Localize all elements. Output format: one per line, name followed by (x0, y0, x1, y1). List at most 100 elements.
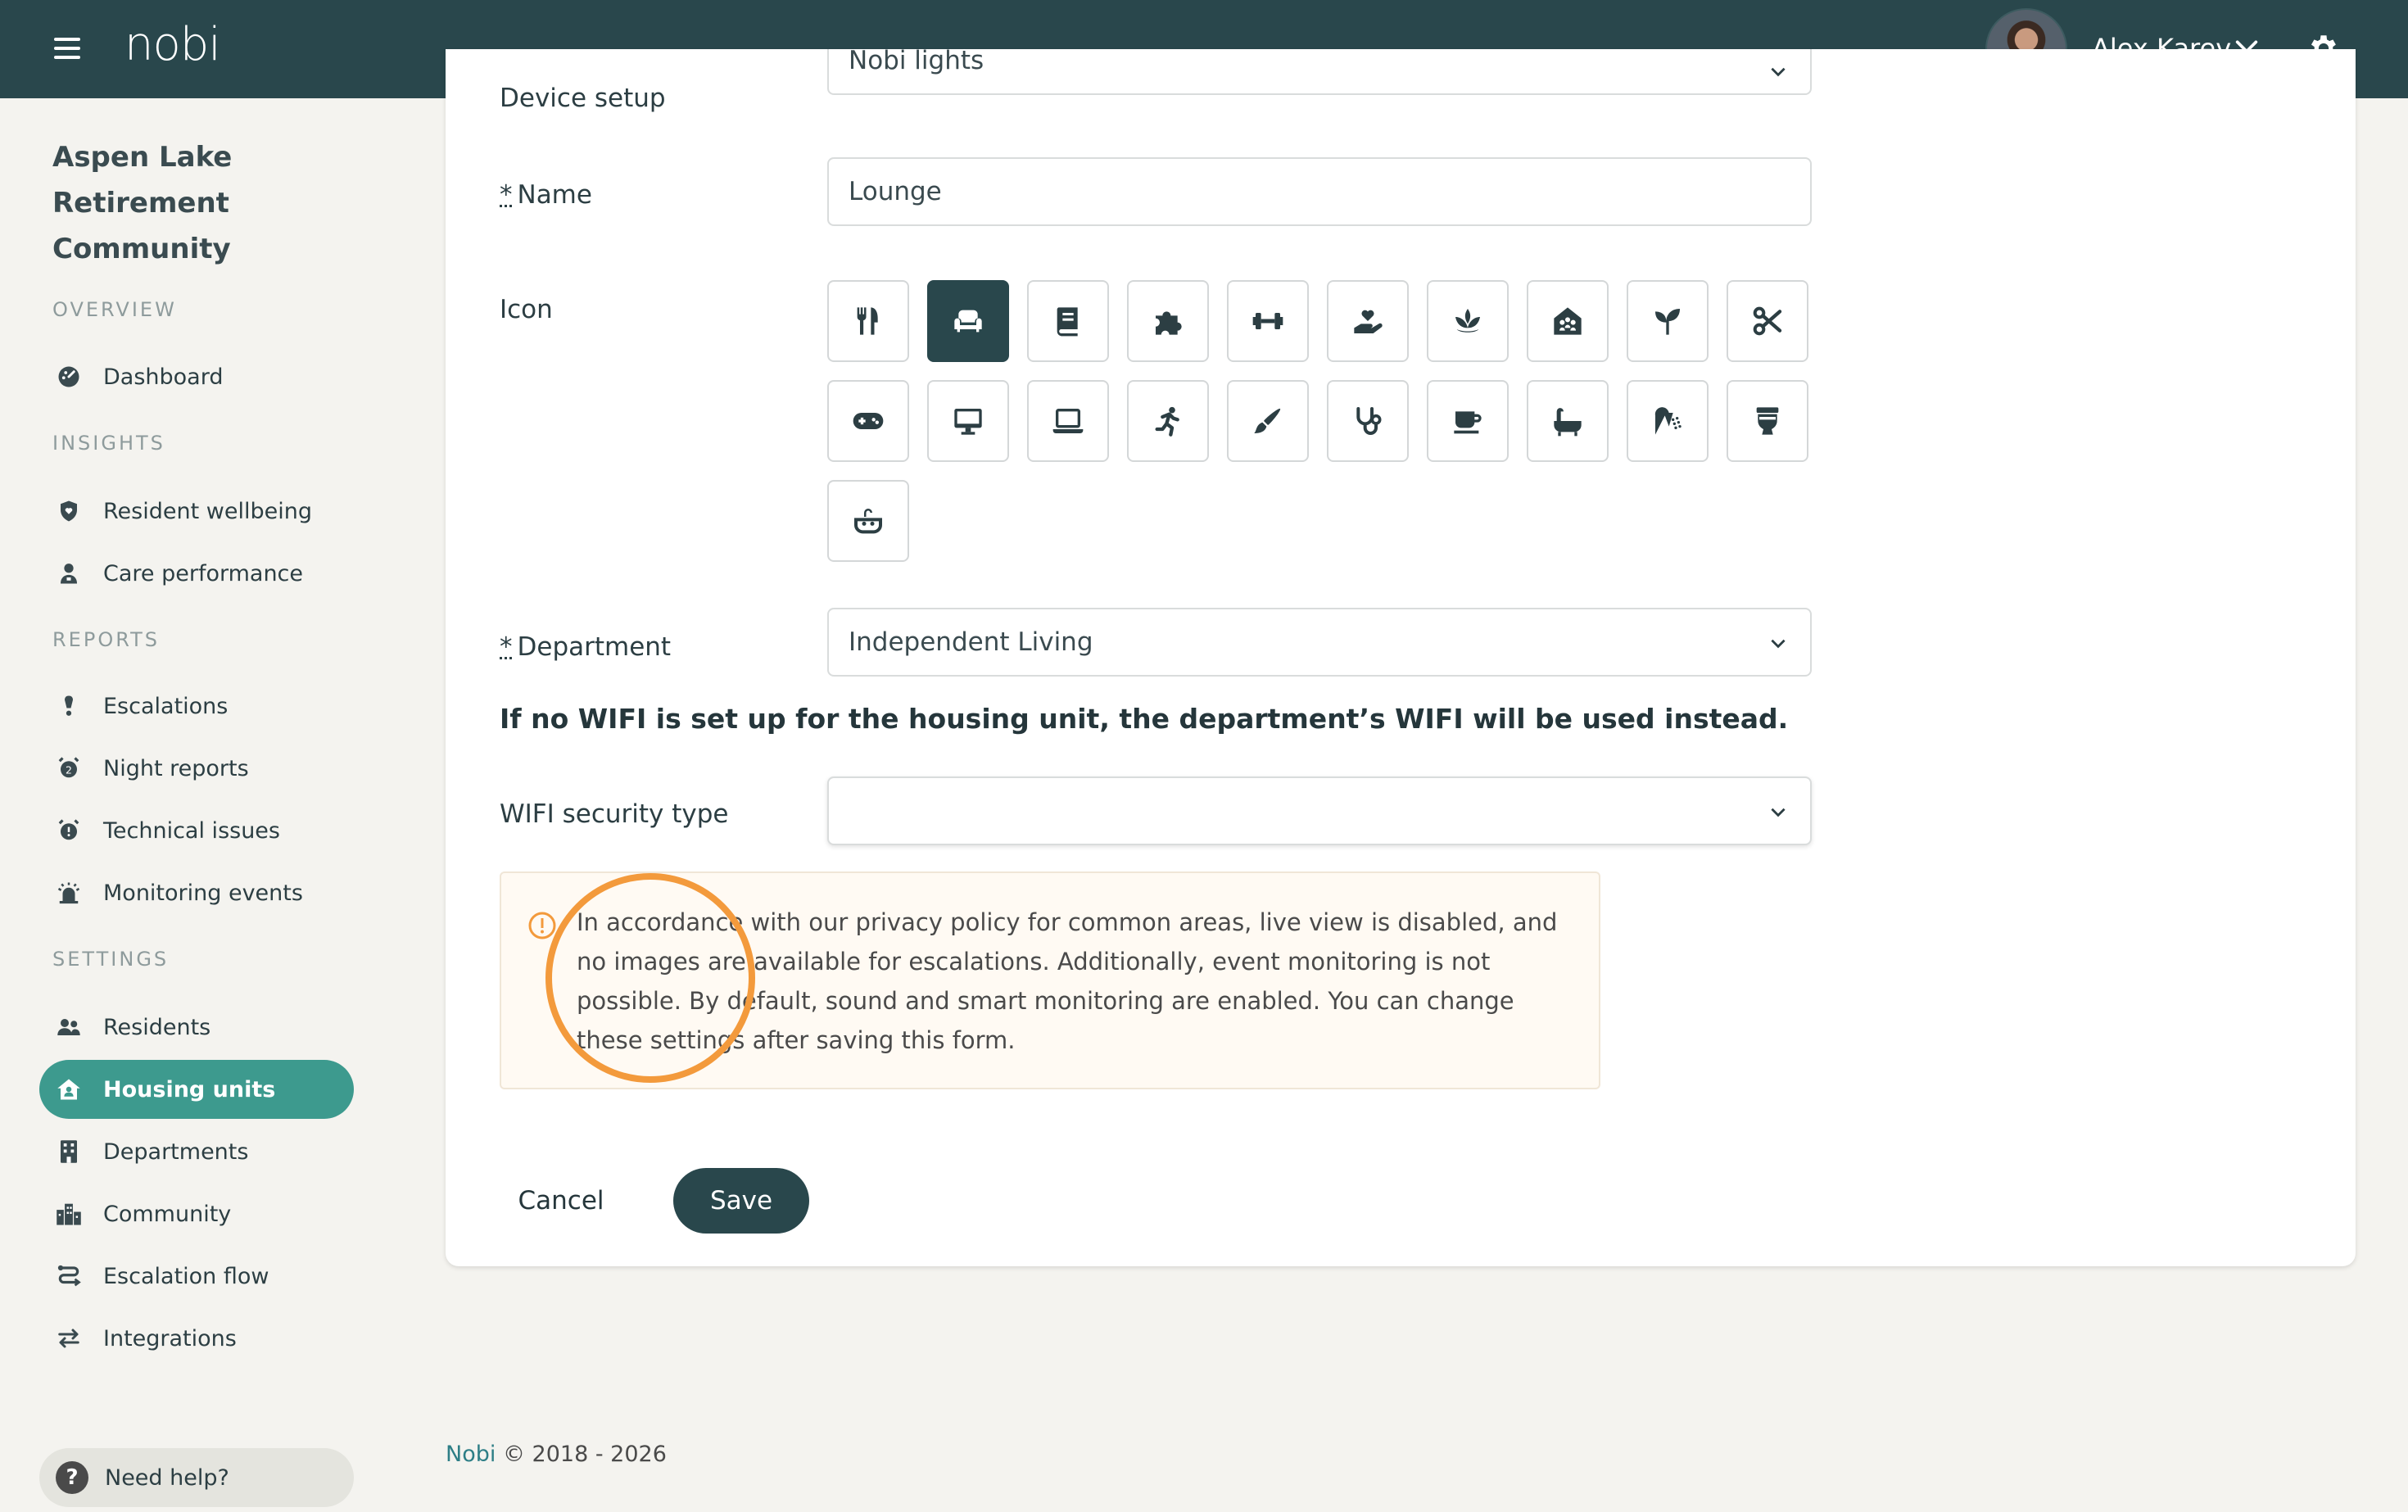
community-name: Aspen Lake Retirement Community (52, 141, 233, 265)
gamepad-icon[interactable] (827, 380, 909, 462)
paintbrush-icon[interactable] (1227, 380, 1309, 462)
device-setup-label: Device setup (500, 84, 666, 113)
privacy-info-box: In accordance with our privacy policy fo… (500, 871, 1600, 1089)
menu-icon[interactable] (54, 38, 80, 61)
wifi-note: If no WIFI is set up for the housing uni… (500, 703, 1789, 735)
sidebar-item-care-performance[interactable]: Care performance (39, 544, 354, 603)
department-label-text: Department (517, 632, 672, 662)
footer-copyright: © 2018 - 2026 (502, 1442, 667, 1467)
cancel-button[interactable]: Cancel (500, 1168, 622, 1234)
sidebar-item-label: Residents (103, 1014, 211, 1040)
department-select[interactable]: Independent Living (827, 608, 1812, 677)
building-icon (61, 1140, 77, 1163)
device-setup-value: Nobi lights (849, 49, 984, 75)
laptop-icon[interactable] (1027, 380, 1109, 462)
device-setup-select[interactable]: Nobi lights (827, 49, 1812, 95)
required-mark: * (500, 632, 513, 662)
sidebar-item-technical-issues[interactable]: Technical issues (39, 801, 354, 860)
chevron-down-icon (1771, 67, 1786, 77)
sink-icon[interactable] (827, 480, 909, 562)
coffee-icon[interactable] (1427, 380, 1509, 462)
info-exclamation-icon (528, 912, 556, 939)
scissors-icon[interactable] (1727, 280, 1808, 362)
sidebar-item-label: Night reports (103, 755, 249, 781)
annotation-circle (545, 873, 755, 1083)
shower-icon[interactable] (1627, 380, 1709, 462)
toilet-icon[interactable] (1727, 380, 1808, 462)
name-input[interactable]: Lounge (827, 157, 1812, 226)
alarm-exclamation-icon (58, 819, 79, 840)
hand-heart-icon[interactable] (1327, 280, 1409, 362)
sofa-icon[interactable] (927, 280, 1009, 362)
book-icon[interactable] (1027, 280, 1109, 362)
need-help-label: Need help? (105, 1464, 229, 1491)
shield-heart-icon (61, 500, 77, 522)
wifi-security-select[interactable] (827, 776, 1812, 845)
name-label-text: Name (517, 180, 592, 210)
dashboard-icon (58, 366, 79, 387)
sidebar-item-label: Monitoring events (103, 880, 303, 906)
section-insights: INSIGHTS (52, 432, 165, 455)
sidebar: Aspen Lake Retirement Community OVERVIEW… (0, 98, 377, 1512)
department-value: Independent Living (849, 627, 1093, 657)
sidebar-item-label: Integrations (103, 1325, 237, 1351)
need-help-button[interactable]: ? Need help? (39, 1448, 354, 1507)
footer-brand-link[interactable]: Nobi (446, 1442, 496, 1467)
desktop-icon[interactable] (927, 380, 1009, 462)
name-value: Lounge (849, 177, 942, 206)
sidebar-item-label: Housing units (103, 1076, 276, 1102)
question-icon: ? (56, 1461, 88, 1494)
chevron-down-icon (1771, 639, 1786, 649)
alarm-clock-icon: 2 (58, 757, 79, 778)
sidebar-item-escalations[interactable]: Escalations (39, 677, 354, 736)
arrows-exchange-icon (58, 1329, 79, 1348)
sidebar-item-label: Escalations (103, 693, 229, 719)
sidebar-item-integrations[interactable]: Integrations (39, 1309, 354, 1368)
sidebar-item-label: Escalation flow (103, 1263, 269, 1289)
route-icon (57, 1265, 81, 1287)
fork-knife-icon[interactable] (827, 280, 909, 362)
sidebar-item-resident-wellbeing[interactable]: Resident wellbeing (39, 482, 354, 541)
svg-text:2: 2 (66, 763, 72, 776)
puzzle-icon[interactable] (1127, 280, 1209, 362)
sidebar-item-departments[interactable]: Departments (39, 1122, 354, 1181)
chevron-down-icon (1771, 808, 1786, 817)
dumbbell-icon[interactable] (1227, 280, 1309, 362)
stethoscope-icon[interactable] (1327, 380, 1409, 462)
house-user-icon (57, 1079, 80, 1100)
user-tie-icon (61, 564, 77, 584)
sidebar-item-label: Care performance (103, 560, 304, 586)
lotus-icon[interactable] (1427, 280, 1509, 362)
sidebar-item-residents[interactable]: Residents (39, 998, 354, 1057)
bathtub-icon[interactable] (1527, 380, 1609, 462)
sidebar-item-night-reports[interactable]: 2 Night reports (39, 739, 354, 798)
icon-label: Icon (500, 295, 553, 324)
sidebar-item-community[interactable]: Community (39, 1184, 354, 1243)
users-icon (57, 1019, 80, 1035)
required-mark: * (500, 180, 513, 210)
sidebar-item-label: Departments (103, 1139, 249, 1165)
wifi-security-label: WIFI security type (500, 799, 729, 829)
app-logo[interactable]: nobi (124, 18, 221, 71)
footer: Nobi © 2018 - 2026 (446, 1442, 667, 1467)
sidebar-item-escalation-flow[interactable]: Escalation flow (39, 1247, 354, 1306)
house-people-icon[interactable] (1527, 280, 1609, 362)
running-person-icon[interactable] (1127, 380, 1209, 462)
exclamation-icon (65, 695, 73, 716)
sidebar-item-label: Resident wellbeing (103, 498, 312, 524)
sidebar-item-label: Dashboard (103, 364, 224, 390)
sidebar-item-dashboard[interactable]: Dashboard (39, 347, 354, 406)
name-label: * Name (500, 180, 592, 210)
sidebar-item-label: Community (103, 1201, 232, 1227)
section-overview: OVERVIEW (52, 298, 177, 321)
city-icon (57, 1203, 81, 1225)
save-button[interactable]: Save (673, 1168, 809, 1234)
sidebar-item-housing-units[interactable]: Housing units (39, 1060, 354, 1119)
sidebar-item-monitoring-events[interactable]: Monitoring events (39, 863, 354, 922)
housing-unit-form: Device setup Nobi lights * Name Lounge Ic… (446, 49, 2356, 1266)
section-settings: SETTINGS (52, 948, 170, 971)
siren-icon (57, 882, 80, 904)
seedling-icon[interactable] (1627, 280, 1709, 362)
sidebar-item-label: Technical issues (103, 817, 280, 844)
department-label: * Department (500, 632, 671, 662)
